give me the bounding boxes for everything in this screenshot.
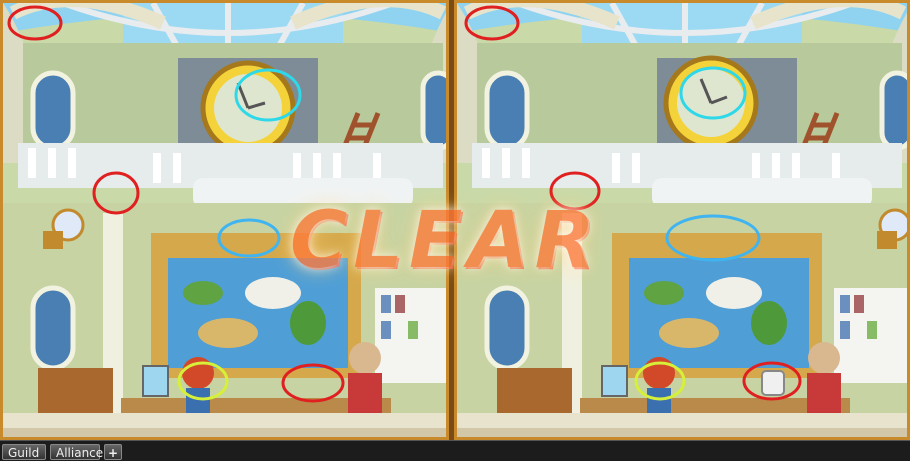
npc-icon xyxy=(807,342,841,418)
clear-overlay-text: CLEAR xyxy=(290,196,601,286)
bottom-bar: Guild Alliance + xyxy=(0,440,910,461)
bookshelf-icon xyxy=(375,288,446,383)
add-tab-button[interactable]: + xyxy=(104,444,122,460)
guild-tab[interactable]: Guild xyxy=(2,444,46,460)
bookshelf-icon xyxy=(834,288,907,383)
npc-icon xyxy=(348,342,382,418)
alliance-tab[interactable]: Alliance xyxy=(50,444,103,460)
world-map-icon xyxy=(612,233,822,378)
